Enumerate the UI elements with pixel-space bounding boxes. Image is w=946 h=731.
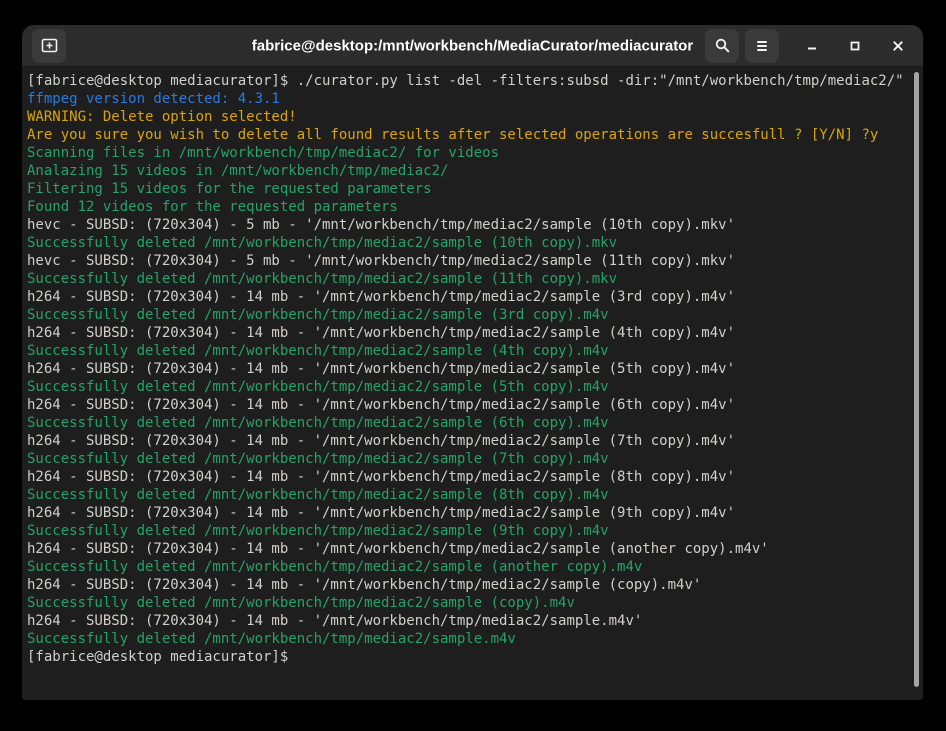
terminal-line: h264 - SUBSD: (720x304) - 14 mb - '/mnt/…	[27, 324, 905, 342]
terminal-line: Are you sure you wish to delete all foun…	[27, 126, 905, 144]
terminal-line: WARNING: Delete option selected!	[27, 108, 905, 126]
terminal-line: Scanning files in /mnt/workbench/tmp/med…	[27, 144, 905, 162]
search-icon	[714, 37, 731, 54]
terminal-window: fabrice@desktop:/mnt/workbench/MediaCura…	[22, 25, 923, 700]
terminal-line: h264 - SUBSD: (720x304) - 14 mb - '/mnt/…	[27, 540, 905, 558]
titlebar: fabrice@desktop:/mnt/workbench/MediaCura…	[22, 25, 923, 67]
window-controls	[799, 33, 911, 59]
terminal-line: [fabrice@desktop mediacurator]$ ./curato…	[27, 72, 905, 90]
terminal-line: Successfully deleted /mnt/workbench/tmp/…	[27, 630, 905, 648]
terminal-line: Successfully deleted /mnt/workbench/tmp/…	[27, 594, 905, 612]
menu-icon	[754, 38, 770, 54]
terminal-line: h264 - SUBSD: (720x304) - 14 mb - '/mnt/…	[27, 612, 905, 630]
terminal-line: Successfully deleted /mnt/workbench/tmp/…	[27, 234, 905, 252]
window-title: fabrice@desktop:/mnt/workbench/MediaCura…	[252, 37, 693, 54]
terminal-line: Filtering 15 videos for the requested pa…	[27, 180, 905, 198]
scrollbar[interactable]	[914, 72, 919, 687]
terminal-line: h264 - SUBSD: (720x304) - 14 mb - '/mnt/…	[27, 360, 905, 378]
close-icon	[890, 38, 906, 54]
terminal-line: Successfully deleted /mnt/workbench/tmp/…	[27, 414, 905, 432]
terminal-line: Successfully deleted /mnt/workbench/tmp/…	[27, 522, 905, 540]
terminal-line: Successfully deleted /mnt/workbench/tmp/…	[27, 486, 905, 504]
terminal-output: [fabrice@desktop mediacurator]$ ./curato…	[22, 67, 923, 666]
close-button[interactable]	[885, 33, 911, 59]
terminal-line: Successfully deleted /mnt/workbench/tmp/…	[27, 342, 905, 360]
maximize-button[interactable]	[842, 33, 868, 59]
terminal-line: Successfully deleted /mnt/workbench/tmp/…	[27, 558, 905, 576]
terminal-line: Successfully deleted /mnt/workbench/tmp/…	[27, 378, 905, 396]
terminal-line: h264 - SUBSD: (720x304) - 14 mb - '/mnt/…	[27, 288, 905, 306]
search-button[interactable]	[705, 29, 739, 63]
terminal-line: h264 - SUBSD: (720x304) - 14 mb - '/mnt/…	[27, 396, 905, 414]
terminal-line: Analazing 15 videos in /mnt/workbench/tm…	[27, 162, 905, 180]
new-tab-icon	[41, 37, 58, 54]
terminal-line: h264 - SUBSD: (720x304) - 14 mb - '/mnt/…	[27, 576, 905, 594]
minimize-icon	[804, 38, 820, 54]
terminal-line: h264 - SUBSD: (720x304) - 14 mb - '/mnt/…	[27, 432, 905, 450]
terminal-line: [fabrice@desktop mediacurator]$	[27, 648, 905, 666]
terminal-viewport[interactable]: [fabrice@desktop mediacurator]$ ./curato…	[22, 67, 923, 699]
new-tab-button[interactable]	[32, 29, 66, 63]
terminal-line: Found 12 videos for the requested parame…	[27, 198, 905, 216]
menu-button[interactable]	[745, 29, 779, 63]
terminal-line: hevc - SUBSD: (720x304) - 5 mb - '/mnt/w…	[27, 252, 905, 270]
terminal-line: Successfully deleted /mnt/workbench/tmp/…	[27, 270, 905, 288]
titlebar-controls	[705, 29, 913, 63]
terminal-line: h264 - SUBSD: (720x304) - 14 mb - '/mnt/…	[27, 504, 905, 522]
terminal-line: Successfully deleted /mnt/workbench/tmp/…	[27, 306, 905, 324]
terminal-line: Successfully deleted /mnt/workbench/tmp/…	[27, 450, 905, 468]
terminal-line: hevc - SUBSD: (720x304) - 5 mb - '/mnt/w…	[27, 216, 905, 234]
terminal-line: h264 - SUBSD: (720x304) - 14 mb - '/mnt/…	[27, 468, 905, 486]
terminal-line: ffmpeg version detected: 4.3.1	[27, 90, 905, 108]
minimize-button[interactable]	[799, 33, 825, 59]
maximize-icon	[847, 38, 863, 54]
